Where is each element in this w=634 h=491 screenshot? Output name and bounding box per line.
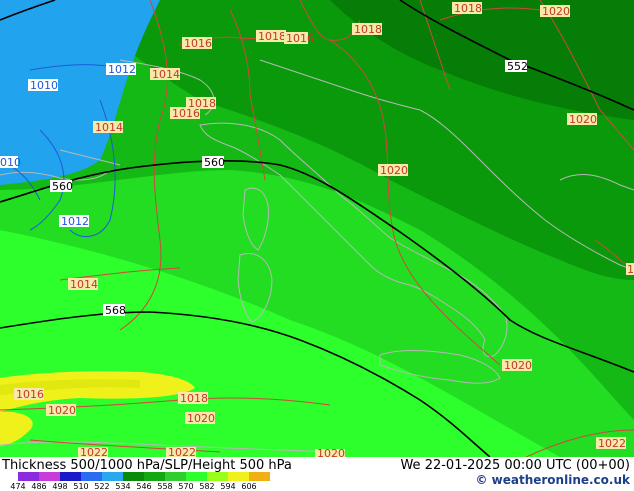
isobar-label: 1016 (184, 37, 212, 50)
isobar-label: 1022 (80, 446, 108, 457)
color-scale-swatch (228, 472, 249, 481)
isobar-label: 1012 (108, 63, 136, 76)
isobar-label: 1020 (504, 359, 532, 372)
isobar-label: 1020 (569, 113, 597, 126)
isobar-label: 1020 (317, 447, 345, 457)
color-scale-bar (18, 472, 270, 481)
isobar-label: 1018 (354, 23, 382, 36)
isobar-label: 1010 (30, 79, 58, 92)
color-scale-swatch (186, 472, 207, 481)
height-label: 568 (105, 304, 126, 317)
height-label: 552 (507, 60, 528, 73)
isobar-label: 1018 (258, 30, 286, 43)
color-scale-swatch (123, 472, 144, 481)
color-scale-swatch (39, 472, 60, 481)
valid-time: We 22-01-2025 00:00 UTC (00+00) (400, 458, 630, 473)
map-title: Thickness 500/1000 hPa/SLP/Height 500 hP… (2, 458, 292, 473)
map-footer: Thickness 500/1000 hPa/SLP/Height 500 hP… (0, 457, 634, 491)
color-scale-swatch (60, 472, 81, 481)
color-scale-swatch (18, 472, 39, 481)
color-scale-swatch (81, 472, 102, 481)
height-label: 560 (52, 180, 73, 193)
isobar-label: 1016 (16, 388, 44, 401)
isobar-label: 010 (0, 156, 21, 169)
isobar-label: 1018 (627, 263, 634, 276)
color-scale-swatch (102, 472, 123, 481)
height-label: 560 (204, 156, 225, 169)
isobar-label: 1014 (152, 68, 180, 81)
isobar-label: 1016 (286, 32, 314, 45)
isobar-label: 1020 (187, 412, 215, 425)
isobar-label: 1018 (454, 2, 482, 15)
thickness-map-canvas: 560 560 568 552 1016 1018 1016 1018 1014… (0, 0, 634, 457)
isobar-label: 1020 (542, 5, 570, 18)
color-scale-swatch (249, 472, 270, 481)
isobar-label: 1022 (598, 437, 626, 450)
isobar-label: 1020 (48, 404, 76, 417)
isobar-label: 1012 (61, 215, 89, 228)
color-scale-swatch (207, 472, 228, 481)
weather-map: 560 560 568 552 1016 1018 1016 1018 1014… (0, 0, 634, 457)
isobar-label: 1020 (380, 164, 408, 177)
isobar-label: 1014 (70, 278, 98, 291)
color-scale: 474 486 498 510 522 534 546 558 570 582 594 606 (2, 472, 332, 491)
color-scale-swatch (165, 472, 186, 481)
color-scale-swatch (144, 472, 165, 481)
isobar-label: 1014 (95, 121, 123, 134)
site-credit[interactable]: © weatheronline.co.uk (475, 473, 630, 487)
isobar-label: 1018 (180, 392, 208, 405)
isobar-label: 1022 (168, 446, 196, 457)
isobar-label: 1016 (172, 107, 200, 120)
